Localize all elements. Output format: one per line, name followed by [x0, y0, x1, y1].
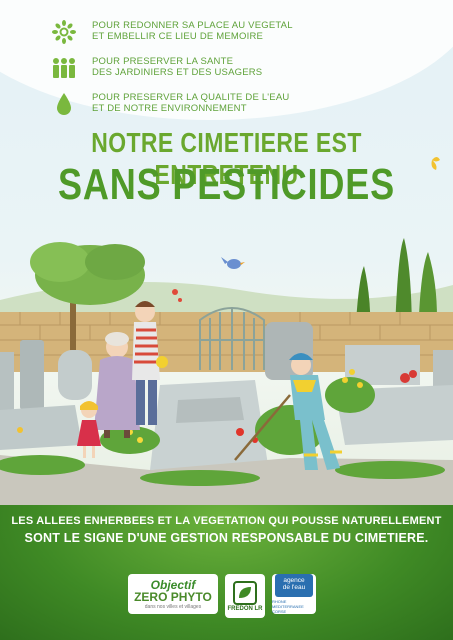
agence-label-b: de l'eau [282, 584, 306, 591]
leaf-icon [233, 580, 257, 605]
grave-slab [0, 405, 82, 450]
message-line-1: LES ALLEES ENHERBEES ET LA VEGETATION QU… [11, 515, 442, 527]
poster: POUR REDONNER SA PLACE AU VEGETAL ET EMB… [0, 0, 453, 640]
agence-de-leau-logo: agence de l'eau RHONE MEDITERRANEE CORSE [272, 574, 316, 614]
objectif-zero-phyto-logo: Objectif ZERO PHYTO dans nos villes et v… [128, 574, 218, 614]
message-line-2: SONT LE SIGNE D'UNE GESTION RESPONSABLE … [24, 531, 429, 545]
bird-icon [221, 257, 245, 269]
agence-subtitle: RHONE MEDITERRANEE CORSE [272, 599, 304, 614]
phyto-logo-text-c: dans nos villes et villages [144, 603, 202, 610]
grave-slab [150, 380, 268, 470]
gravestone [58, 350, 92, 400]
phyto-logo-text-a: Objectif [150, 577, 196, 592]
girl-figure [77, 401, 101, 458]
gravestone [20, 340, 44, 410]
phyto-logo-text-b: ZERO PHYTO [134, 589, 212, 604]
fredon-logo: FREDON LR [225, 574, 265, 618]
butterfly-icon [431, 157, 440, 170]
agence-label-a: agence [283, 577, 305, 584]
gravestone [0, 352, 14, 412]
fredon-label: FREDON LR [227, 605, 263, 612]
